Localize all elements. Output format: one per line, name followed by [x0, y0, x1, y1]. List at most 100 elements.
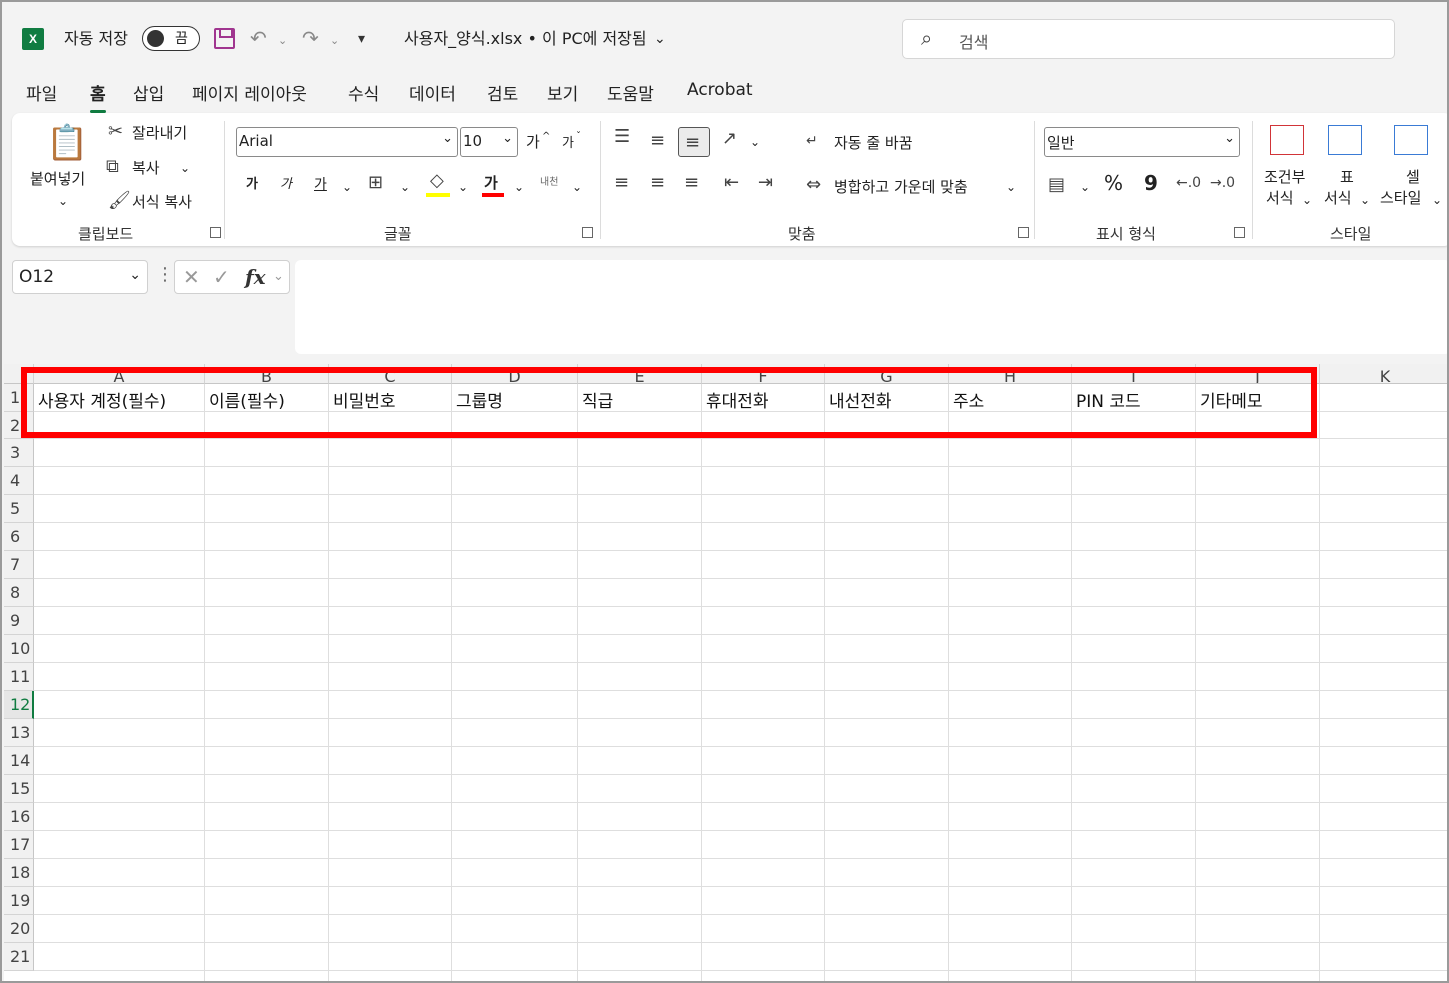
row-header-11[interactable]: 11 — [4, 663, 34, 691]
comma-button[interactable]: 9 — [1144, 173, 1158, 193]
format-painter-button[interactable]: 서식 복사 — [132, 192, 192, 212]
row-header-8[interactable]: 8 — [4, 579, 34, 607]
cell-styles-dropdown-icon[interactable]: ⌄ — [1432, 190, 1442, 210]
file-title[interactable]: 사용자_양식.xlsx • 이 PC에 저장됨 — [404, 28, 647, 50]
clipboard-launcher-icon[interactable] — [210, 227, 221, 238]
align-middle-icon[interactable]: ≡ — [650, 131, 665, 151]
fx-dropdown-icon[interactable]: ⌄ — [273, 269, 284, 284]
worksheet-grid[interactable]: A B C D E F G H I J K 1 2 3 4 5 6 7 8 9 10 11 12 13 14 15 16 17 18 19… — [4, 364, 1447, 981]
increase-indent-icon[interactable]: ⇥ — [758, 173, 773, 193]
undo-icon[interactable]: ↶ — [250, 26, 267, 50]
copy-icon[interactable]: ⧉ — [106, 157, 119, 177]
align-center-icon[interactable]: ≡ — [650, 173, 665, 193]
underline-button[interactable]: 가 — [314, 175, 327, 195]
row-header-1[interactable]: 1 — [4, 384, 34, 412]
font-launcher-icon[interactable] — [582, 227, 593, 238]
row-header-6[interactable]: 6 — [4, 523, 34, 551]
tab-data[interactable]: 데이터 — [409, 80, 456, 105]
copy-button[interactable]: 복사 — [132, 158, 160, 178]
tab-page-layout[interactable]: 페이지 레이아웃 — [192, 80, 307, 105]
cell-f1[interactable]: 휴대전화 — [706, 387, 769, 412]
format-painter-icon[interactable]: 🖌 — [108, 191, 131, 211]
row-header-12[interactable]: 12 — [4, 691, 34, 719]
alignment-launcher-icon[interactable] — [1018, 227, 1029, 238]
column-header-a[interactable]: A — [34, 364, 205, 384]
row-header-9[interactable]: 9 — [4, 607, 34, 635]
font-color-dropdown-icon[interactable]: ⌄ — [514, 177, 524, 197]
conditional-formatting-label-1[interactable]: 조건부 — [1264, 167, 1305, 187]
merge-dropdown-icon[interactable]: ⌄ — [1006, 177, 1016, 197]
decrease-decimal-icon[interactable]: →.0 — [1210, 173, 1235, 193]
percent-button[interactable]: % — [1104, 173, 1123, 193]
align-top-icon[interactable]: ☰ — [614, 127, 630, 147]
more-options-icon[interactable]: ⋮ — [156, 264, 174, 285]
align-right-icon[interactable]: ≡ — [684, 173, 699, 193]
shrink-font-button[interactable]: 가 — [562, 134, 574, 154]
orientation-icon[interactable]: ↗ — [722, 129, 737, 149]
save-icon[interactable] — [214, 28, 235, 49]
copy-dropdown-icon[interactable]: ⌄ — [180, 158, 190, 178]
column-header-b[interactable]: B — [205, 364, 329, 384]
number-format-select[interactable]: 일반 ⌄ — [1044, 127, 1240, 157]
row-header-10[interactable]: 10 — [4, 635, 34, 663]
cell-h1[interactable]: 주소 — [953, 387, 984, 412]
column-header-f[interactable]: F — [702, 364, 825, 384]
phonetic-button[interactable]: 내천 — [540, 173, 558, 193]
row-header-2[interactable]: 2 — [4, 412, 34, 439]
wrap-text-button[interactable]: 자동 줄 바꿈 — [834, 133, 913, 153]
table-dropdown-icon[interactable]: ⌄ — [1360, 190, 1370, 210]
cell-j1[interactable]: 기타메모 — [1200, 387, 1263, 412]
cell-b1[interactable]: 이름(필수) — [209, 387, 285, 412]
row-header-13[interactable]: 13 — [4, 719, 34, 747]
grow-font-button[interactable]: 가 — [526, 132, 540, 152]
column-header-h[interactable]: H — [949, 364, 1072, 384]
file-title-chevron-icon[interactable]: ⌄ — [654, 28, 666, 50]
conditional-dropdown-icon[interactable]: ⌄ — [1302, 190, 1312, 210]
conditional-formatting-label-2[interactable]: 서식 — [1266, 188, 1294, 208]
orientation-dropdown-icon[interactable]: ⌄ — [750, 132, 760, 152]
column-header-j[interactable]: J — [1196, 364, 1320, 384]
underline-dropdown-icon[interactable]: ⌄ — [342, 177, 352, 197]
tab-acrobat[interactable]: Acrobat — [687, 80, 753, 100]
bold-button[interactable]: 가 — [246, 175, 258, 195]
row-header-4[interactable]: 4 — [4, 467, 34, 495]
tab-help[interactable]: 도움말 — [607, 80, 654, 105]
tab-home[interactable]: 홈 — [90, 80, 106, 113]
fill-color-dropdown-icon[interactable]: ⌄ — [458, 177, 468, 197]
align-left-icon[interactable]: ≡ — [614, 173, 629, 193]
cell-styles-icon[interactable] — [1394, 125, 1428, 155]
cell-i1[interactable]: PIN 코드 — [1076, 387, 1141, 412]
row-header-16[interactable]: 16 — [4, 803, 34, 831]
conditional-formatting-icon[interactable] — [1270, 125, 1304, 155]
number-launcher-icon[interactable] — [1234, 227, 1245, 238]
tab-review[interactable]: 검토 — [487, 80, 518, 105]
cell-c1[interactable]: 비밀번호 — [333, 387, 396, 412]
borders-dropdown-icon[interactable]: ⌄ — [400, 177, 410, 197]
tab-view[interactable]: 보기 — [547, 80, 578, 105]
cell-d1[interactable]: 그룹명 — [456, 387, 503, 412]
font-color-button[interactable]: 가 — [484, 173, 498, 193]
format-as-table-label-2[interactable]: 서식 — [1324, 188, 1352, 208]
row-header-21[interactable]: 21 — [4, 943, 34, 971]
paste-icon[interactable]: 📋 — [46, 123, 88, 163]
formula-input[interactable] — [295, 260, 1447, 354]
insert-function-button[interactable]: fx — [245, 265, 266, 289]
column-header-i[interactable]: I — [1072, 364, 1196, 384]
row-header-17[interactable]: 17 — [4, 831, 34, 859]
enter-icon[interactable]: ✓ — [213, 265, 230, 289]
tab-file[interactable]: 파일 — [26, 80, 57, 105]
column-header-c[interactable]: C — [329, 364, 452, 384]
accounting-format-icon[interactable]: ▤ — [1048, 175, 1065, 195]
name-box[interactable]: O12 ⌄ — [12, 260, 148, 294]
column-header-e[interactable]: E — [578, 364, 702, 384]
undo-dropdown-icon[interactable]: ⌄ — [278, 34, 287, 47]
row-header-5[interactable]: 5 — [4, 495, 34, 523]
paste-dropdown-icon[interactable]: ⌄ — [58, 191, 68, 211]
decrease-indent-icon[interactable]: ⇤ — [724, 173, 739, 193]
redo-dropdown-icon[interactable]: ⌄ — [330, 34, 339, 47]
row-header-20[interactable]: 20 — [4, 915, 34, 943]
cancel-icon[interactable]: ✕ — [183, 265, 200, 289]
row-header-18[interactable]: 18 — [4, 859, 34, 887]
italic-button[interactable]: 가 — [280, 175, 292, 195]
cut-icon[interactable]: ✂ — [108, 122, 123, 142]
